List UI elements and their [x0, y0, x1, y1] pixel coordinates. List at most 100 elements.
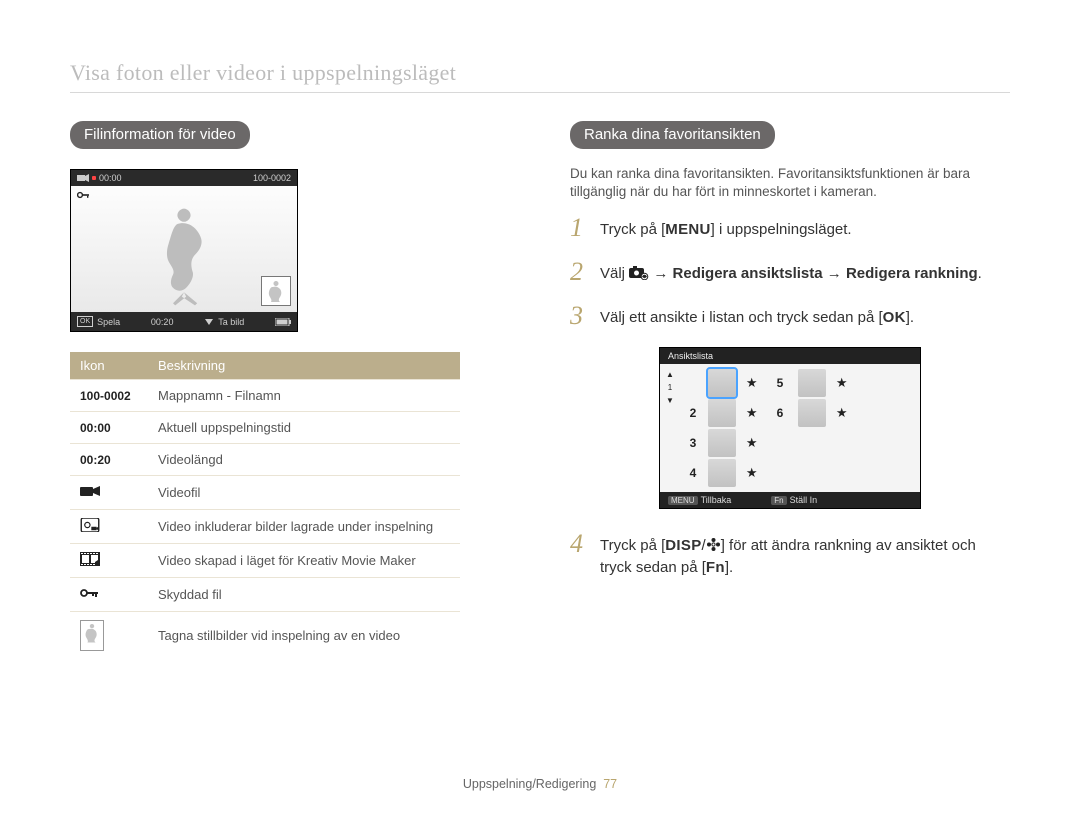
cell-desc: Videofil — [148, 476, 460, 510]
capture-label: Ta bild — [218, 317, 244, 327]
step-text: Välj ett ansikte i listan och tryck seda… — [600, 309, 883, 326]
back-label: Tillbaka — [701, 495, 732, 505]
table-row: Skyddad fil — [70, 578, 460, 612]
step-3: 3 Välj ett ansikte i listan och tryck se… — [570, 303, 1010, 329]
face-list-panel: Ansiktslista ▲ 1 ▼ ★ 5 ★ 2 ★ 6 ★ 3 ★ 4 — [659, 347, 921, 509]
face-rank: 6 — [768, 406, 792, 420]
table-row: Videofil — [70, 476, 460, 510]
down-arrow-icon: ▼ — [666, 396, 674, 405]
step-4: 4 Tryck på [DISP/] för att ändra ranknin… — [570, 531, 1010, 579]
videocam-icon — [77, 174, 89, 182]
star-icon: ★ — [746, 375, 762, 391]
table-row: 00:00 Aktuell uppspelningstid — [70, 412, 460, 444]
step-1: 1 Tryck på [MENU] i uppspelningsläget. — [570, 215, 1010, 241]
step-text: ]. — [906, 309, 914, 326]
ok-button-label: OK — [883, 307, 906, 329]
table-row: 00:20 Videolängd — [70, 444, 460, 476]
face-rank: 3 — [684, 436, 702, 450]
video-preview-panel: 00:00 100-0002 OK Spela — [70, 169, 298, 332]
rec-indicator: 00:00 — [77, 173, 122, 183]
step-text: ]. — [725, 559, 733, 576]
page-title: Visa foton eller videor i uppspelningslä… — [70, 60, 1010, 93]
star-icon: ★ — [836, 405, 852, 421]
menu-tag: MENU — [668, 496, 698, 505]
skater-silhouette-icon — [149, 202, 219, 312]
face-thumbnail — [798, 399, 826, 427]
star-icon: ★ — [746, 435, 762, 451]
photo-in-video-icon — [70, 510, 148, 544]
player-fileno: 100-0002 — [253, 173, 291, 183]
th-desc: Beskrivning — [148, 352, 460, 380]
star-icon: ★ — [746, 465, 762, 481]
cell-desc: Mappnamn - Filnamn — [148, 380, 460, 412]
camera-settings-icon — [629, 266, 649, 280]
skater-thumb-icon — [266, 279, 286, 303]
key-icon — [70, 578, 148, 612]
star-icon: ★ — [836, 375, 852, 391]
player-time-length: 00:20 — [151, 317, 174, 327]
face-thumbnail — [708, 429, 736, 457]
step-text: → — [827, 265, 846, 282]
face-rank: 5 — [768, 376, 792, 390]
step-text: Välj — [600, 265, 629, 282]
face-thumbnail — [708, 459, 736, 487]
fn-tag: Fn — [771, 496, 786, 505]
face-rank: 1 — [668, 383, 672, 392]
table-row: Video skapad i läget för Kreativ Movie M… — [70, 544, 460, 578]
footer-page: 77 — [603, 777, 617, 791]
play-label: Spela — [97, 317, 120, 327]
filmstrip-icon — [70, 544, 148, 578]
battery-icon — [275, 318, 291, 326]
step-text: Tryck på [ — [600, 537, 665, 554]
star-icon: ★ — [746, 405, 762, 421]
cell-icon: 100-0002 — [70, 380, 148, 412]
cell-desc: Tagna stillbilder vid inspelning av en v… — [148, 612, 460, 660]
section-pill-left: Filinformation för video — [70, 121, 250, 149]
cell-icon: 00:20 — [70, 444, 148, 476]
ok-badge: OK — [77, 316, 93, 327]
face-rank: 4 — [684, 466, 702, 480]
disp-button-label: DISP — [665, 535, 701, 557]
left-column: Filinformation för video 00:00 100-0002 — [70, 121, 510, 659]
icon-description-table: Ikon Beskrivning 100-0002 Mappnamn - Fil… — [70, 352, 460, 659]
step-text: ] i uppspelningsläget. — [711, 221, 852, 238]
table-row: Video inkluderar bilder lagrade under in… — [70, 510, 460, 544]
face-thumbnail — [798, 369, 826, 397]
skater-thumb-icon — [70, 612, 148, 660]
flower-icon — [706, 537, 721, 552]
page-footer: Uppspelning/Redigering 77 — [0, 777, 1080, 791]
step-number: 4 — [570, 531, 590, 557]
cell-desc: Videolängd — [148, 444, 460, 476]
step-text: → — [653, 265, 672, 282]
fn-button-label: Fn — [706, 557, 725, 579]
face-thumbnail — [708, 399, 736, 427]
menu-button-label: MENU — [665, 219, 710, 241]
facepanel-title: Ansiktslista — [660, 348, 920, 364]
footer-section: Uppspelning/Redigering — [463, 777, 596, 791]
step-number: 1 — [570, 215, 590, 241]
step-text: . — [978, 265, 982, 282]
up-arrow-icon: ▲ — [666, 370, 674, 379]
cell-desc: Skyddad fil — [148, 578, 460, 612]
right-column: Ranka dina favoritansikten Du kan ranka … — [570, 121, 1010, 659]
cell-desc: Aktuell uppspelningstid — [148, 412, 460, 444]
step-number: 3 — [570, 303, 590, 329]
set-label: Ställ In — [790, 495, 818, 505]
cell-icon: 00:00 — [70, 412, 148, 444]
section-pill-right: Ranka dina favoritansikten — [570, 121, 775, 149]
intro-text: Du kan ranka dina favoritansikten. Favor… — [570, 165, 1010, 201]
down-arrow-icon — [204, 318, 214, 326]
step-text: Tryck på [ — [600, 221, 665, 238]
face-thumbnail — [708, 369, 736, 397]
cell-desc: Video skapad i läget för Kreativ Movie M… — [148, 544, 460, 578]
bold-option: Redigera rankning — [846, 265, 978, 282]
cell-desc: Video inkluderar bilder lagrade under in… — [148, 510, 460, 544]
player-time-current: 00:00 — [99, 173, 122, 183]
videocam-icon — [70, 476, 148, 510]
table-row: Tagna stillbilder vid inspelning av en v… — [70, 612, 460, 660]
step-2: 2 Välj → Redigera ansiktslista → Rediger… — [570, 259, 1010, 285]
step-number: 2 — [570, 259, 590, 285]
stillframe-thumbnail — [261, 276, 291, 306]
key-icon — [77, 190, 91, 203]
face-rank: 2 — [684, 406, 702, 420]
